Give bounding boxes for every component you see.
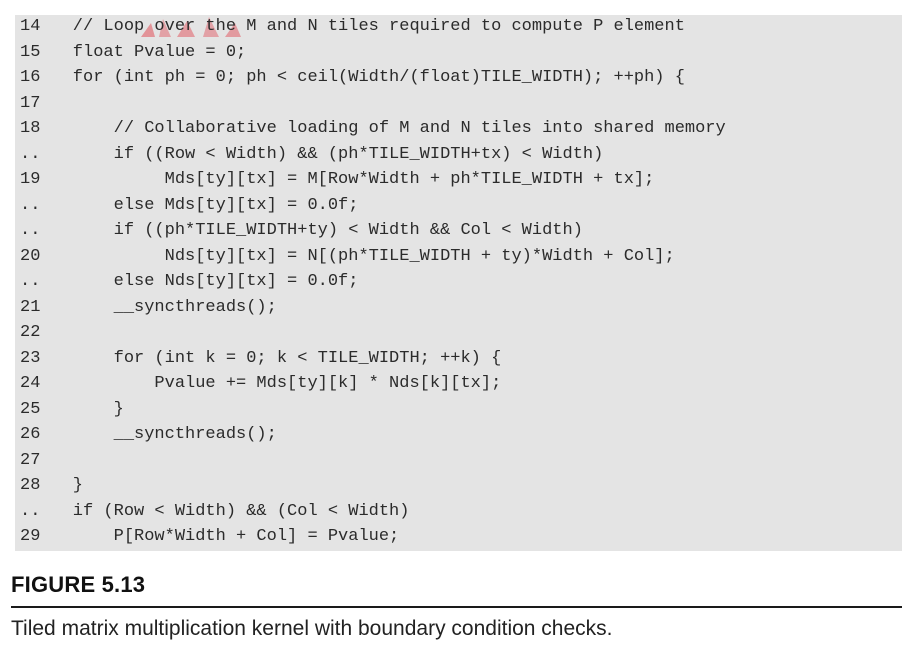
code-text: // Loop over the M and N tiles required … xyxy=(32,17,685,36)
code-line: 16 for (int ph = 0; ph < ceil(Width/(flo… xyxy=(15,65,902,91)
code-line: 22 xyxy=(15,320,902,346)
code-text: P[Row*Width + Col] = Pvalue; xyxy=(32,527,400,546)
code-text: float Pvalue = 0; xyxy=(32,42,247,62)
code-line: 25 } xyxy=(15,397,902,423)
code-text: for (int k = 0; k < TILE_WIDTH; ++k) { xyxy=(32,348,502,368)
code-text: else Mds[ty][tx] = 0.0f; xyxy=(32,195,359,215)
code-line: 28 } xyxy=(15,473,902,499)
caption-divider xyxy=(11,606,902,608)
code-line: .. else Mds[ty][tx] = 0.0f; xyxy=(15,193,902,219)
figure-title: FIGURE 5.13 xyxy=(11,572,146,597)
code-text: Nds[ty][tx] = N[(ph*TILE_WIDTH + ty)*Wid… xyxy=(32,246,675,266)
code-listing: 14 // Loop over the M and N tiles requir… xyxy=(15,15,902,551)
figure-caption: Tiled matrix multiplication kernel with … xyxy=(11,617,613,640)
line-number: 27 xyxy=(20,450,41,470)
code-text: } xyxy=(32,476,84,495)
code-text: for (int ph = 0; ph < ceil(Width/(float)… xyxy=(32,68,685,87)
code-text: // Collaborative loading of M and N tile… xyxy=(32,119,726,138)
code-text: if ((Row < Width) && (ph*TILE_WIDTH+tx) … xyxy=(32,144,604,164)
code-line: 15 float Pvalue = 0; xyxy=(15,40,902,66)
code-text: __syncthreads(); xyxy=(32,297,277,317)
code-line: .. if ((ph*TILE_WIDTH+ty) < Width && Col… xyxy=(15,218,902,244)
code-line: 17 xyxy=(15,91,902,117)
code-line: 27 xyxy=(15,448,902,474)
code-line: 20 Nds[ty][tx] = N[(ph*TILE_WIDTH + ty)*… xyxy=(15,244,902,270)
code-line: 26 __syncthreads(); xyxy=(15,422,902,448)
code-text: } xyxy=(32,399,124,419)
code-line: 19 Mds[ty][tx] = M[Row*Width + ph*TILE_W… xyxy=(15,167,902,193)
code-text: __syncthreads(); xyxy=(32,425,277,444)
line-number: 22 xyxy=(20,323,41,342)
code-line: 14 // Loop over the M and N tiles requir… xyxy=(15,14,902,40)
code-line: 24 Pvalue += Mds[ty][k] * Nds[k][tx]; xyxy=(15,371,902,397)
code-text: if (Row < Width) && (Col < Width) xyxy=(32,501,410,521)
code-text: Pvalue += Mds[ty][k] * Nds[k][tx]; xyxy=(32,374,502,393)
code-line: 18 // Collaborative loading of M and N t… xyxy=(15,116,902,142)
code-line: 29 P[Row*Width + Col] = Pvalue; xyxy=(15,524,902,550)
code-line: .. if (Row < Width) && (Col < Width) xyxy=(15,499,902,525)
code-line: 21 __syncthreads(); xyxy=(15,295,902,321)
code-line: .. else Nds[ty][tx] = 0.0f; xyxy=(15,269,902,295)
code-text: else Nds[ty][tx] = 0.0f; xyxy=(32,272,359,291)
code-line: .. if ((Row < Width) && (ph*TILE_WIDTH+t… xyxy=(15,142,902,168)
line-number: 17 xyxy=(20,93,41,113)
code-text: Mds[ty][tx] = M[Row*Width + ph*TILE_WIDT… xyxy=(32,170,655,189)
code-text: if ((ph*TILE_WIDTH+ty) < Width && Col < … xyxy=(32,221,583,240)
code-line: 23 for (int k = 0; k < TILE_WIDTH; ++k) … xyxy=(15,346,902,372)
